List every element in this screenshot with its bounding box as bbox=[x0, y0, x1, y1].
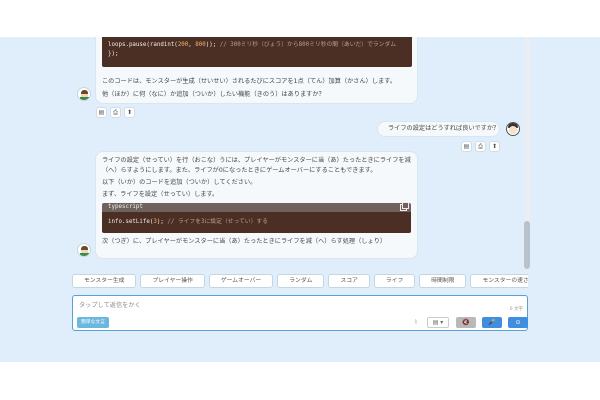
print-icon[interactable]: ⎙ bbox=[110, 107, 121, 118]
bot-message: ライフの設定（せってい）を行（おこな）うには、プレイヤーがモンスターに当（あ）た… bbox=[95, 151, 418, 259]
scrollbar-thumb[interactable] bbox=[524, 221, 530, 269]
chip-score[interactable]: スコア bbox=[328, 274, 370, 288]
message-composer: 0 文字 簡単な文言 ⌇ ▤ ▾ 🔇 🎤 ⊙ bbox=[72, 295, 528, 331]
code-block: loops.pause(randint(200, 800)); // 300ミリ… bbox=[102, 37, 412, 67]
user-avatar-icon bbox=[506, 122, 520, 136]
chat-log[interactable]: loops.pause(randint(200, 800)); // 300ミリ… bbox=[0, 37, 530, 269]
copy-code-icon[interactable] bbox=[400, 202, 409, 211]
message-text: ライフの設定（せってい）を行（おこな）うには、プレイヤーがモンスターに当（あ）た… bbox=[102, 157, 411, 164]
code-line: }); bbox=[108, 51, 119, 57]
share-icon[interactable]: ⬆ bbox=[124, 107, 135, 118]
top-margin bbox=[0, 0, 600, 37]
code-line: loops.pause(randint(200, 800)); // 300ミリ… bbox=[108, 42, 397, 48]
message-text: 他（ほか）に何（なに）か追加（ついか）したい機能（きのう）はありますか？ bbox=[102, 91, 325, 98]
code-header: typescript bbox=[102, 202, 411, 212]
char-count: 0 文字 bbox=[509, 307, 523, 312]
message-input[interactable] bbox=[79, 300, 499, 310]
suggestion-chips: モンスター生成 プレイヤー操作 ゲームオーバー ランダム スコア ライフ 時間制… bbox=[72, 274, 528, 290]
mute-icon[interactable]: 🔇 bbox=[456, 317, 476, 328]
share-icon[interactable]: ⬆ bbox=[489, 141, 500, 152]
send-icon[interactable]: ⊙ bbox=[508, 317, 528, 328]
message-text: 以下（いか）のコードを追加（ついか）してください。 bbox=[102, 179, 257, 186]
code-body: info.setLife(3); // ライフを3に設定（せってい）する bbox=[102, 212, 411, 233]
copy-icon[interactable]: ▤ bbox=[461, 141, 472, 152]
bottom-margin bbox=[0, 362, 600, 400]
chip-time-limit[interactable]: 時間制限 bbox=[419, 274, 467, 288]
chip-player-control[interactable]: プレイヤー操作 bbox=[140, 274, 205, 288]
code-block: typescript info.setLife(3); // ライフを3に設定（… bbox=[102, 202, 411, 233]
print-icon[interactable]: ⎙ bbox=[475, 141, 486, 152]
bot-avatar-icon bbox=[77, 243, 91, 257]
copy-icon[interactable]: ▤ bbox=[96, 107, 107, 118]
format-select[interactable]: ▤ ▾ bbox=[427, 317, 449, 328]
chat-scrollbar[interactable] bbox=[524, 37, 530, 269]
composer-toolbar: 簡単な文言 ⌇ ▤ ▾ 🔇 🎤 ⊙ bbox=[77, 317, 528, 329]
message-text: ライフの設定はどうすれば良いですか？ bbox=[388, 125, 500, 132]
bot-avatar-icon bbox=[77, 87, 91, 101]
bot-message: loops.pause(randint(200, 800)); // 300ミリ… bbox=[95, 37, 418, 104]
attach-icon[interactable]: ⌇ bbox=[411, 317, 421, 328]
chat-app: loops.pause(randint(200, 800)); // 300ミリ… bbox=[0, 37, 600, 362]
message-text: 次（つぎ）に、プレイヤーがモンスターに当（あ）たったときにライフを減（へ）らす処… bbox=[102, 238, 387, 245]
chip-life[interactable]: ライフ bbox=[373, 274, 416, 288]
code-language: typescript bbox=[108, 204, 143, 210]
chip-random-speed[interactable]: モンスターの速さをランダム bbox=[470, 274, 528, 288]
mode-badge[interactable]: 簡単な文言 bbox=[77, 317, 109, 328]
mic-icon[interactable]: 🎤 bbox=[482, 317, 502, 328]
message-text: （へ）らすようにします。また、ライフが0になったときにゲームオーバーにすることも… bbox=[102, 167, 377, 174]
chip-random[interactable]: ランダム bbox=[277, 274, 325, 288]
message-text: このコードは、モンスターが生成（せいせい）されるたびにスコアを1点（てん）加算（… bbox=[102, 78, 397, 85]
chip-monster-spawn[interactable]: モンスター生成 bbox=[72, 274, 137, 288]
message-actions: ▤ ⎙ ⬆ bbox=[461, 141, 500, 152]
message-actions: ▤ ⎙ ⬆ bbox=[96, 107, 135, 118]
user-message: ライフの設定はどうすれば良いですか？ bbox=[377, 121, 500, 137]
message-text: まず、ライフを設定（せってい）します。 bbox=[102, 191, 219, 198]
chip-game-over[interactable]: ゲームオーバー bbox=[208, 274, 274, 288]
